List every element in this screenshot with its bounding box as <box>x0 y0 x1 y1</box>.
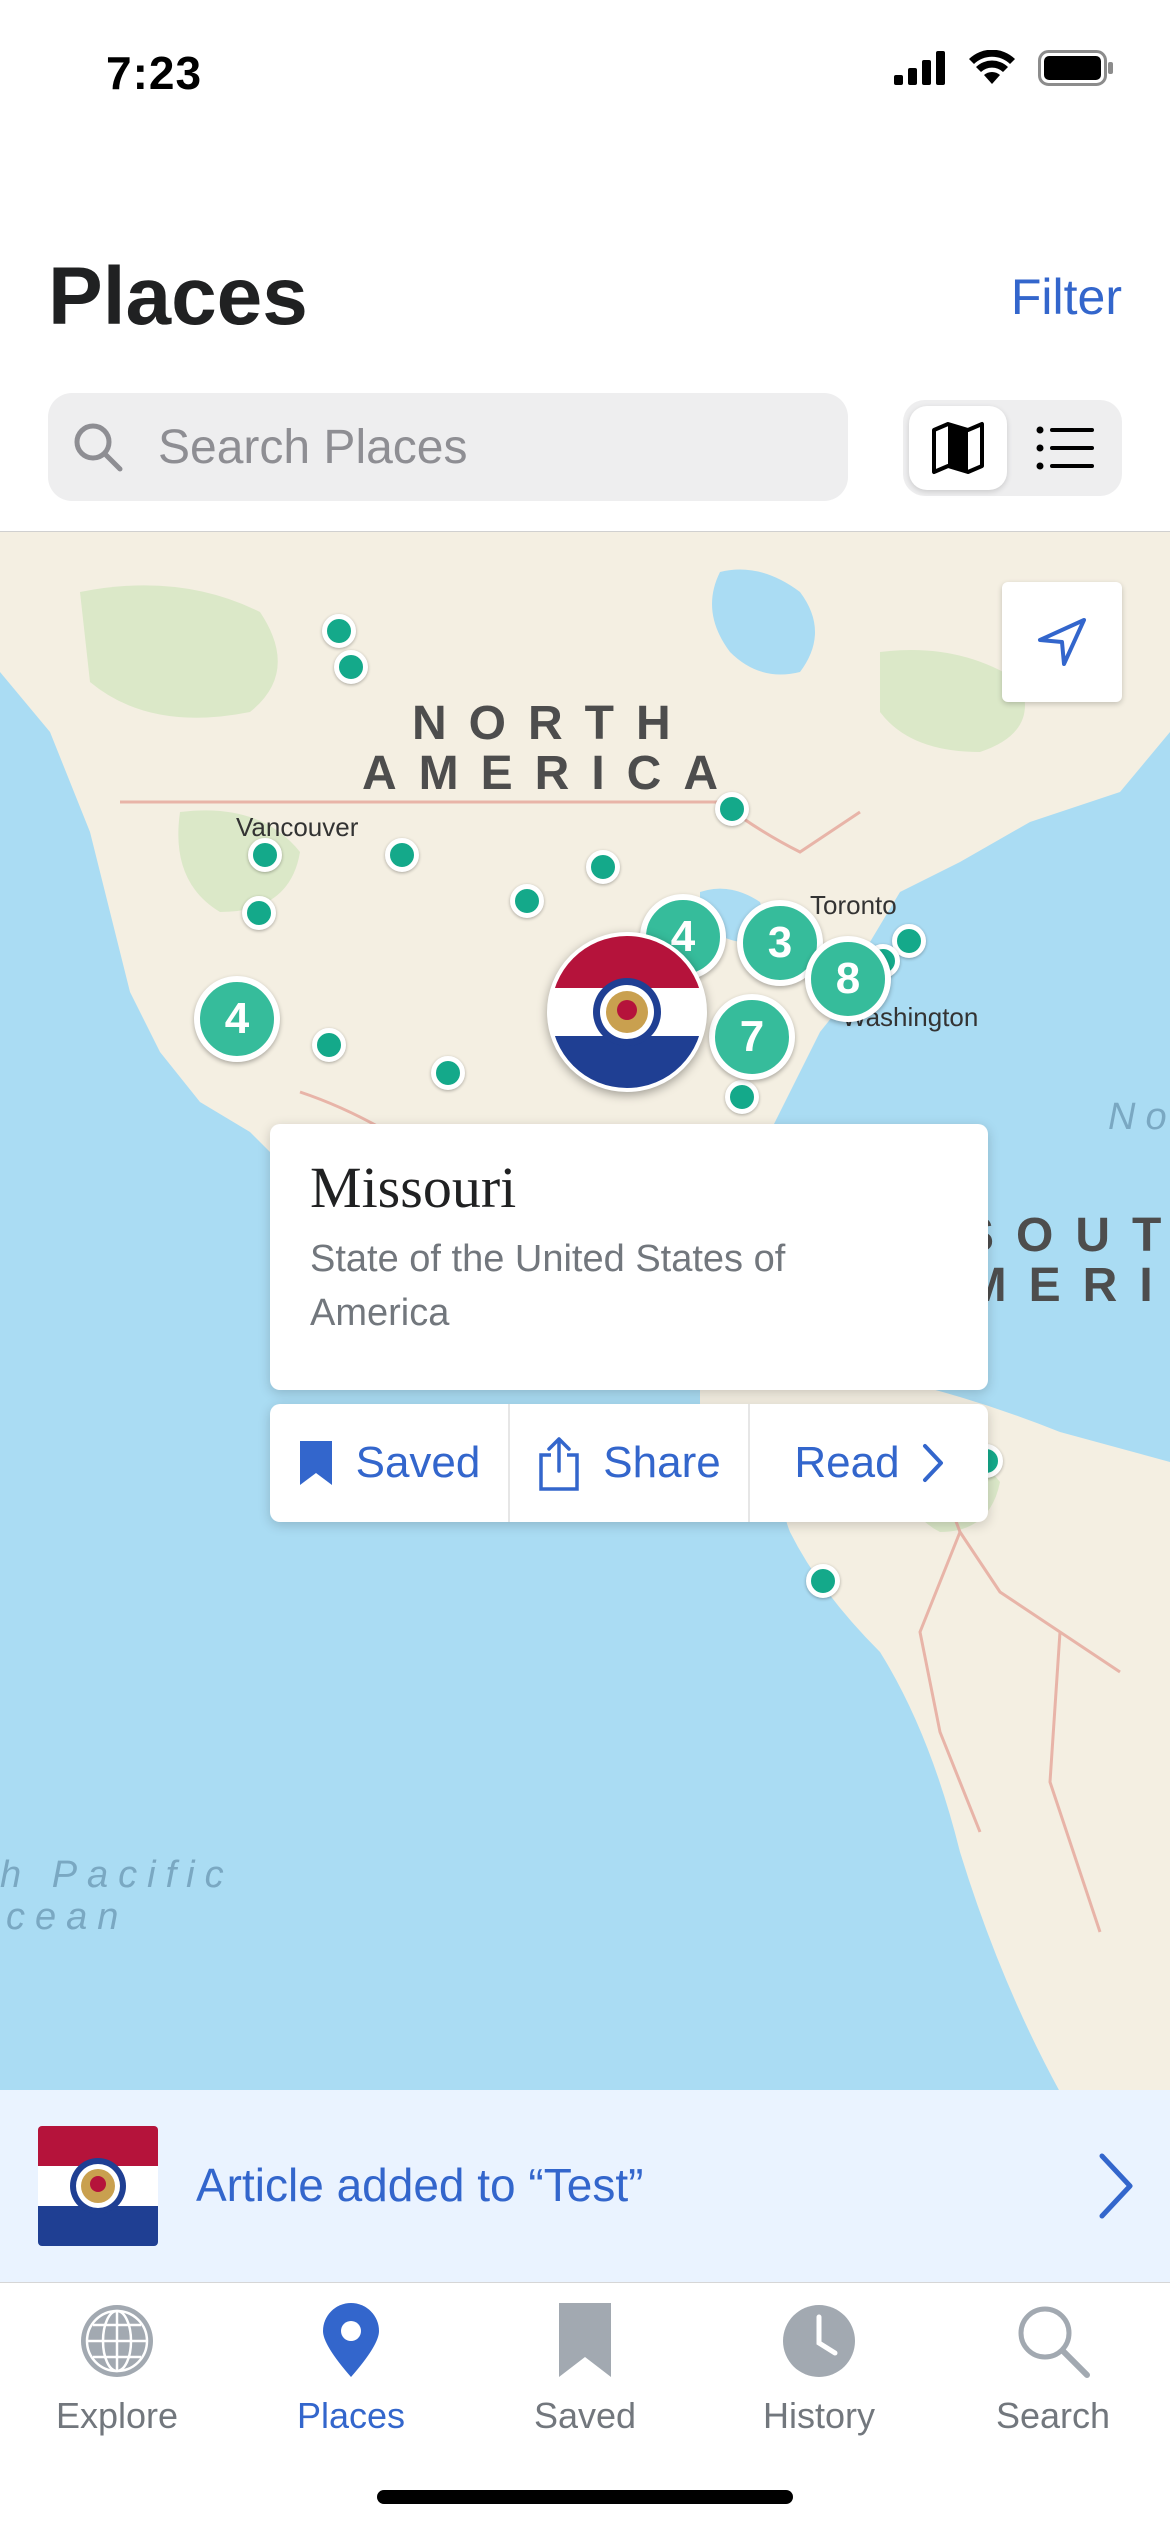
search-icon <box>74 423 123 472</box>
home-indicator <box>377 2490 793 2504</box>
tab-saved[interactable]: Saved <box>468 2301 702 2451</box>
tab-label: Saved <box>533 2395 637 2436</box>
bookmark-icon <box>299 1441 332 1485</box>
missouri-flag-image <box>38 2126 158 2246</box>
bookmark-icon <box>559 2303 611 2377</box>
selected-place-pin[interactable] <box>547 932 707 1092</box>
view-toggle[interactable] <box>903 400 1122 496</box>
place-callout[interactable]: Missouri State of the United States of A… <box>270 1124 988 1390</box>
place-description: State of the United States of America <box>310 1238 786 1334</box>
map-label-north-america-2: AMERICA <box>362 747 740 800</box>
share-button[interactable]: Share <box>508 1404 748 1522</box>
article-added-toast[interactable]: Article added to “Test” <box>0 2090 1170 2282</box>
place-title: Missouri <box>310 1155 517 1220</box>
clock-icon <box>783 2305 855 2377</box>
share-label: Share <box>603 1438 721 1487</box>
saved-button[interactable]: Saved <box>270 1404 508 1522</box>
tab-label: History <box>762 2395 875 2436</box>
map-pin[interactable] <box>385 838 419 872</box>
wifi-icon <box>969 50 1015 84</box>
map-icon <box>932 422 984 474</box>
saved-label: Saved <box>355 1438 481 1487</box>
locate-me-button[interactable] <box>1002 582 1122 702</box>
map-pin[interactable] <box>725 1080 759 1114</box>
share-icon <box>539 1437 580 1491</box>
place-actions: Saved Share Read <box>270 1404 988 1522</box>
map-pin[interactable] <box>322 614 356 648</box>
tab-explore[interactable]: Explore <box>0 2301 234 2451</box>
toast-message: Article added to “Test” <box>196 2159 644 2211</box>
map-label-vancouver: Vancouver <box>236 812 359 842</box>
map-pin[interactable] <box>586 850 620 884</box>
chevron-right-icon[interactable] <box>1084 2148 1144 2224</box>
toast-thumbnail <box>38 2126 158 2246</box>
list-view-button[interactable] <box>1015 406 1115 490</box>
search-icon <box>1018 2306 1090 2378</box>
map-cluster[interactable]: 8 <box>805 936 891 1022</box>
filter-button[interactable]: Filter <box>1011 268 1122 326</box>
location-arrow-icon <box>1038 618 1086 666</box>
read-button[interactable]: Read <box>748 1404 988 1522</box>
status-icons <box>894 50 1114 86</box>
map-pin-icon <box>323 2303 379 2377</box>
tab-places[interactable]: Places <box>234 2301 468 2451</box>
status-bar: 7:23 <box>0 0 1170 150</box>
page-title: Places <box>48 251 308 342</box>
map-label-pacific-2: cean <box>6 1896 129 1938</box>
tab-label: Places <box>296 2395 406 2436</box>
chevron-right-icon <box>922 1444 943 1482</box>
map-label-toronto: Toronto <box>810 890 897 920</box>
tab-history[interactable]: History <box>702 2301 936 2451</box>
list-icon <box>1036 426 1094 470</box>
map-label-atlantic: No <box>1108 1096 1170 1138</box>
map-pin[interactable] <box>334 650 368 684</box>
read-label: Read <box>794 1438 900 1487</box>
map-cluster[interactable]: 4 <box>194 976 280 1062</box>
map-pin[interactable] <box>242 896 276 930</box>
search-box[interactable] <box>48 393 848 501</box>
tab-label: Search <box>995 2395 1111 2436</box>
map-pin[interactable] <box>248 838 282 872</box>
globe-icon <box>81 2305 153 2377</box>
cellular-signal-icon <box>894 51 945 85</box>
map-label-pacific: h Pacific <box>0 1854 234 1896</box>
map-pin[interactable] <box>715 792 749 826</box>
map-cluster[interactable]: 7 <box>709 994 795 1080</box>
tab-search[interactable]: Search <box>936 2301 1170 2451</box>
tab-label: Explore <box>55 2395 179 2436</box>
map-pin[interactable] <box>510 884 544 918</box>
map-pin[interactable] <box>806 1564 840 1598</box>
missouri-flag-image <box>551 936 703 1088</box>
battery-icon <box>1038 50 1113 86</box>
map-pin[interactable] <box>431 1056 465 1090</box>
status-time: 7:23 <box>106 47 203 99</box>
map-view-button[interactable] <box>909 406 1007 490</box>
map-label-north-america: NORTH <box>412 697 693 750</box>
map-pin[interactable] <box>312 1028 346 1062</box>
map-label-south-america: SOUT <box>962 1209 1170 1262</box>
search-input[interactable] <box>158 393 818 501</box>
